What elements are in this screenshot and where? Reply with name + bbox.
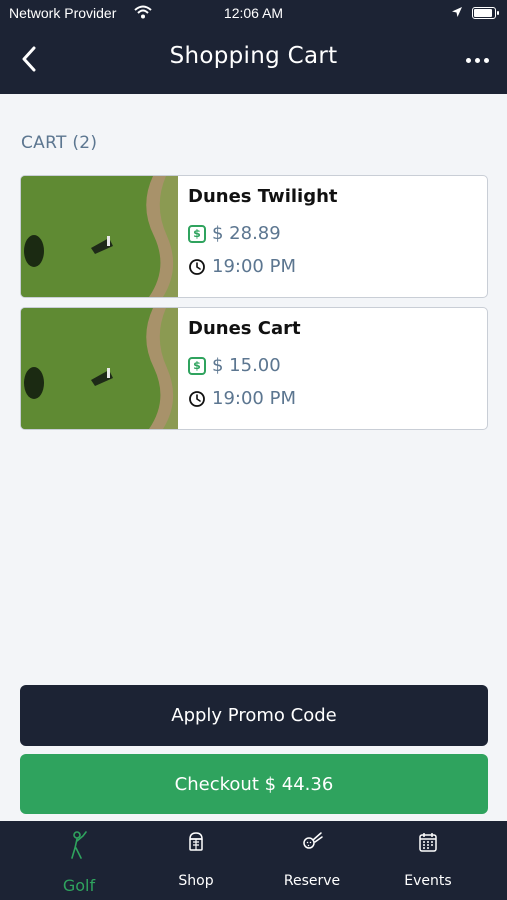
- price-row: $ $ 28.89: [188, 223, 281, 244]
- item-name: Dunes Cart: [188, 318, 301, 339]
- tab-golf[interactable]: Golf: [24, 821, 134, 900]
- shop-icon: [141, 831, 251, 857]
- location-arrow-icon: [451, 6, 463, 22]
- tab-label: Reserve: [283, 873, 341, 889]
- golf-course-thumbnail: [21, 176, 178, 297]
- dollar-icon: $: [188, 356, 206, 375]
- dollar-icon: $: [188, 224, 206, 243]
- status-bar: Network Provider 12:06 AM: [0, 0, 507, 28]
- item-name: Dunes Twilight: [188, 186, 338, 207]
- reserve-icon: [257, 831, 367, 857]
- bottom-tab-bar: Golf Shop Reserve Events: [0, 821, 507, 900]
- checkout-button[interactable]: Checkout $ 44.36: [20, 754, 488, 814]
- cart-item[interactable]: Dunes Cart $ $ 15.00 19:00 PM: [20, 307, 488, 430]
- time-row: 19:00 PM: [188, 256, 296, 277]
- tab-events[interactable]: Events: [373, 821, 483, 900]
- tab-label: Golf: [62, 876, 96, 895]
- tab-label: Shop: [178, 873, 214, 889]
- clock-icon: [189, 258, 205, 275]
- more-dot: [465, 57, 471, 63]
- tab-label: Events: [404, 873, 452, 889]
- tab-shop[interactable]: Shop: [141, 821, 251, 900]
- item-price: $ 15.00: [212, 355, 281, 376]
- tab-reserve[interactable]: Reserve: [257, 821, 367, 900]
- cart-count-label: CART (2): [21, 133, 98, 153]
- apply-promo-code-button[interactable]: Apply Promo Code: [20, 685, 488, 746]
- status-time: 12:06 AM: [223, 5, 284, 21]
- page-title: Shopping Cart: [169, 43, 338, 69]
- item-time: 19:00 PM: [212, 388, 296, 409]
- golfer-icon: [24, 831, 134, 859]
- more-options-button[interactable]: [462, 50, 492, 70]
- item-time: 19:00 PM: [212, 256, 296, 277]
- cart-item[interactable]: Dunes Twilight $ $ 28.89 19:00 PM: [20, 175, 488, 298]
- app-header: Network Provider 12:06 AM Shopping Cart: [0, 0, 507, 94]
- golf-course-thumbnail: [21, 308, 178, 429]
- clock-icon: [189, 390, 205, 407]
- calendar-icon: [373, 831, 483, 857]
- price-row: $ $ 15.00: [188, 355, 281, 376]
- battery-icon: [472, 7, 499, 19]
- more-dot: [483, 57, 489, 63]
- time-row: 19:00 PM: [188, 388, 296, 409]
- item-price: $ 28.89: [212, 223, 281, 244]
- more-dot: [474, 57, 480, 63]
